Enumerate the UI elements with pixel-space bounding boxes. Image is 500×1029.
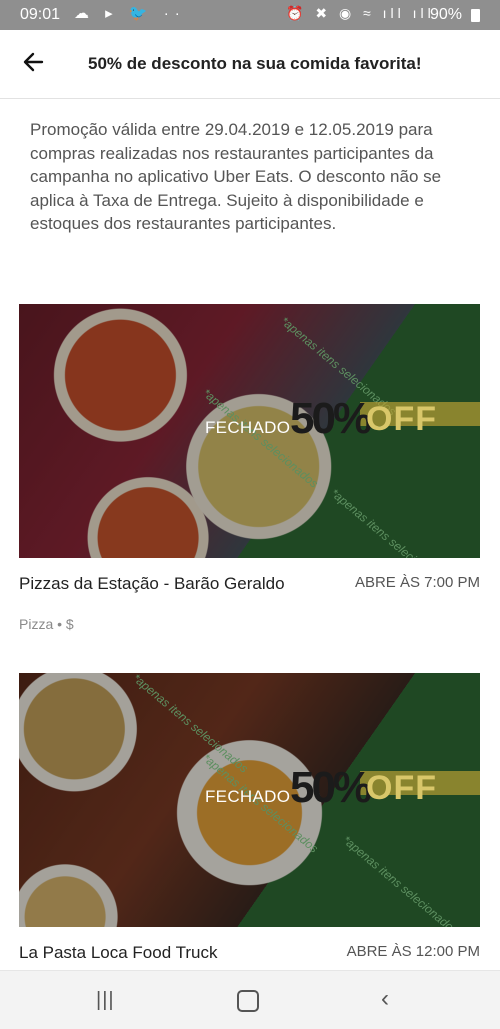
back-icon[interactable]: ‹	[381, 985, 389, 1013]
back-arrow-icon[interactable]	[20, 48, 48, 76]
system-nav-bar: ||| ‹	[0, 970, 500, 1029]
status-bar: 09:01 ☁ ▸ 🐦 ·· ⏰ ✖ ◉ ≈ ıll ıll 90%	[0, 0, 500, 30]
app-header: 50% de desconto na sua comida favorita!	[0, 30, 500, 99]
promo-description: Promoção válida entre 29.04.2019 e 12.05…	[30, 120, 442, 233]
battery-icon	[471, 9, 480, 22]
system-icons: ⏰ ✖ ◉ ≈ ıll ıll	[286, 5, 435, 21]
notification-icons: ☁ ▸ 🐦 ··	[74, 5, 186, 22]
restaurant-image[interactable]: *apenas itens selecionados *apenas itens…	[19, 673, 480, 927]
restaurant-image[interactable]: *apenas itens selecionados *apenas itens…	[19, 304, 480, 558]
restaurant-info: La Pasta Loca Food Truck ABRE ÀS 12:00 P…	[19, 927, 480, 963]
closed-label: FECHADO	[205, 418, 291, 437]
discount-percent: 50%	[290, 394, 372, 443]
status-time: 09:01	[20, 6, 61, 23]
opening-time: ABRE ÀS 7:00 PM	[354, 574, 480, 591]
home-icon[interactable]	[237, 990, 259, 1012]
page-title: 50% de desconto na sua comida favorita!	[88, 54, 422, 73]
restaurant-card[interactable]: *apenas itens selecionados *apenas itens…	[19, 304, 480, 632]
closed-label: FECHADO	[205, 787, 291, 806]
discount-off: OFF	[366, 769, 437, 807]
discount-percent: 50%	[290, 763, 372, 812]
restaurant-info: Pizzas da Estação - Barão Geraldo ABRE À…	[19, 558, 480, 632]
restaurant-name[interactable]: La Pasta Loca Food Truck	[19, 943, 217, 963]
opening-time: ABRE ÀS 12:00 PM	[346, 943, 480, 960]
restaurant-name[interactable]: Pizzas da Estação - Barão Geraldo	[19, 574, 285, 594]
restaurant-meta: Pizza • $	[19, 616, 74, 632]
discount-badge: 50% OFF	[290, 394, 480, 443]
discount-badge: 50% OFF	[290, 763, 480, 812]
recents-icon[interactable]: |||	[96, 989, 115, 1012]
restaurant-card[interactable]: *apenas itens selecionados *apenas itens…	[19, 673, 480, 963]
discount-off: OFF	[366, 400, 437, 438]
battery-percent: 90%	[429, 6, 462, 23]
